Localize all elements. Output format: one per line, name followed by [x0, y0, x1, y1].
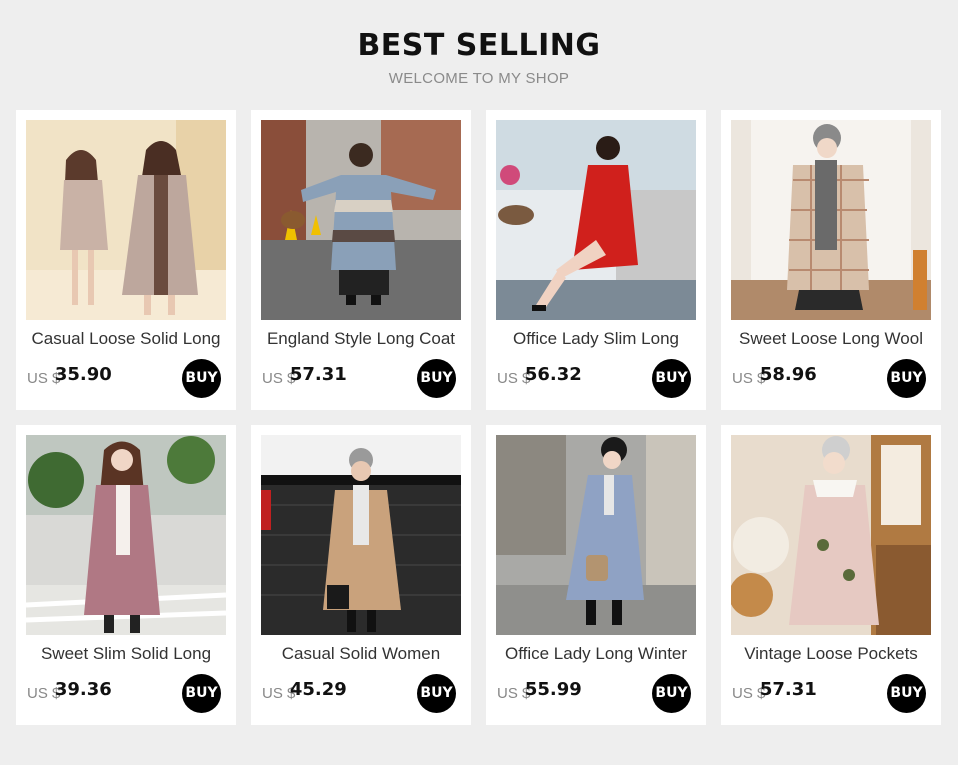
- price-row: US $ 55.99: [497, 679, 582, 703]
- page-title: BEST SELLING: [357, 28, 601, 63]
- product-name[interactable]: Sweet Slim Solid Long: [20, 644, 232, 664]
- product-image[interactable]: [496, 435, 696, 635]
- buy-button[interactable]: BUY: [182, 359, 221, 398]
- product-card[interactable]: Casual Solid Women US $ 45.29 BUY: [251, 425, 471, 725]
- page-subtitle: WELCOME TO MY SHOP: [388, 70, 570, 87]
- price-row: US $ 57.31: [732, 679, 817, 703]
- product-price: 45.29: [289, 679, 347, 700]
- buy-button[interactable]: BUY: [182, 674, 221, 713]
- product-card[interactable]: Casual Loose Solid Long US $ 35.90 BUY: [16, 110, 236, 410]
- product-name[interactable]: Casual Solid Women: [255, 644, 467, 664]
- product-price: 57.31: [759, 679, 817, 700]
- product-image[interactable]: [261, 435, 461, 635]
- buy-button[interactable]: BUY: [652, 359, 691, 398]
- product-price: 39.36: [54, 679, 112, 700]
- buy-button[interactable]: BUY: [417, 359, 456, 398]
- product-card[interactable]: Office Lady Slim Long US $ 56.32 BUY: [486, 110, 706, 410]
- buy-button[interactable]: BUY: [887, 359, 926, 398]
- shop-header: BEST SELLING WELCOME TO MY SHOP: [0, 0, 958, 87]
- product-price: 58.96: [759, 364, 817, 385]
- buy-button[interactable]: BUY: [887, 674, 926, 713]
- product-image[interactable]: [731, 120, 931, 320]
- price-row: US $ 45.29: [262, 679, 347, 703]
- product-price: 55.99: [524, 679, 582, 700]
- product-price: 57.31: [289, 364, 347, 385]
- product-card[interactable]: Sweet Loose Long Wool US $ 58.96 BUY: [721, 110, 941, 410]
- product-card[interactable]: Sweet Slim Solid Long US $ 39.36 BUY: [16, 425, 236, 725]
- product-image[interactable]: [26, 120, 226, 320]
- product-name[interactable]: Vintage Loose Pockets: [725, 644, 937, 664]
- product-card[interactable]: Office Lady Long Winter US $ 55.99 BUY: [486, 425, 706, 725]
- price-row: US $ 56.32: [497, 364, 582, 388]
- product-name[interactable]: Casual Loose Solid Long: [20, 329, 232, 349]
- product-name[interactable]: Office Lady Slim Long: [490, 329, 702, 349]
- product-grid: Casual Loose Solid Long US $ 35.90 BUY E…: [16, 110, 941, 725]
- product-price: 35.90: [54, 364, 112, 385]
- product-card[interactable]: England Style Long Coat US $ 57.31 BUY: [251, 110, 471, 410]
- product-price: 56.32: [524, 364, 582, 385]
- product-name[interactable]: England Style Long Coat: [255, 329, 467, 349]
- product-name[interactable]: Office Lady Long Winter: [490, 644, 702, 664]
- price-row: US $ 58.96: [732, 364, 817, 388]
- price-row: US $ 57.31: [262, 364, 347, 388]
- product-image[interactable]: [731, 435, 931, 635]
- price-row: US $ 39.36: [27, 679, 112, 703]
- buy-button[interactable]: BUY: [417, 674, 456, 713]
- product-name[interactable]: Sweet Loose Long Wool: [725, 329, 937, 349]
- product-image[interactable]: [496, 120, 696, 320]
- product-image[interactable]: [26, 435, 226, 635]
- buy-button[interactable]: BUY: [652, 674, 691, 713]
- price-row: US $ 35.90: [27, 364, 112, 388]
- product-card[interactable]: Vintage Loose Pockets US $ 57.31 BUY: [721, 425, 941, 725]
- product-image[interactable]: [261, 120, 461, 320]
